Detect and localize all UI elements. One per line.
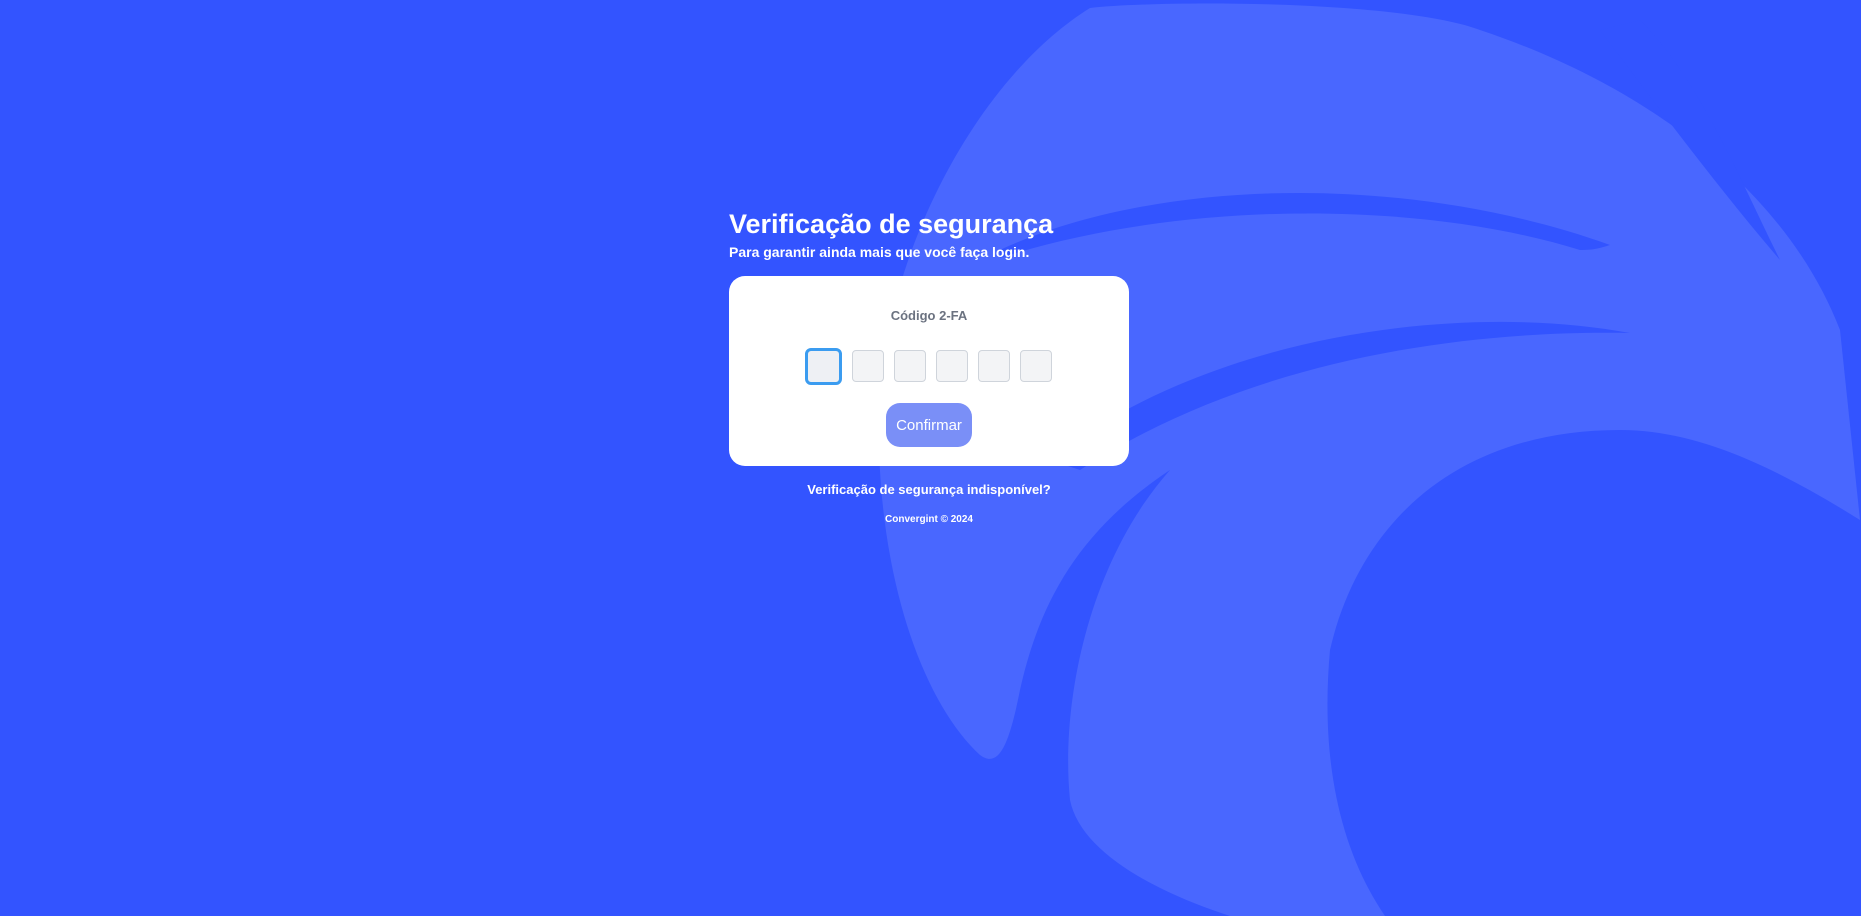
otp-digit-4[interactable] bbox=[936, 350, 968, 382]
confirm-button[interactable]: Confirmar bbox=[886, 403, 972, 447]
otp-digit-5[interactable] bbox=[978, 350, 1010, 382]
otp-label: Código 2-FA bbox=[890, 308, 968, 323]
otp-digit-2[interactable] bbox=[852, 350, 884, 382]
otp-card: Código 2-FA Confirmar bbox=[729, 276, 1129, 466]
page-title: Verificação de segurança bbox=[729, 209, 1054, 239]
otp-digit-1[interactable] bbox=[805, 348, 842, 385]
footer-copyright: Convergint © 2024 bbox=[885, 514, 973, 525]
otp-digit-6[interactable] bbox=[1020, 350, 1052, 382]
otp-digit-3[interactable] bbox=[894, 350, 926, 382]
otp-input-row bbox=[805, 348, 1052, 385]
security-unavailable-link[interactable]: Verificação de segurança indisponível? bbox=[729, 482, 1129, 497]
page-subtitle: Para garantir ainda mais que você faça l… bbox=[729, 244, 1030, 260]
verification-panel: Verificação de segurança Para garantir a… bbox=[729, 207, 1129, 525]
